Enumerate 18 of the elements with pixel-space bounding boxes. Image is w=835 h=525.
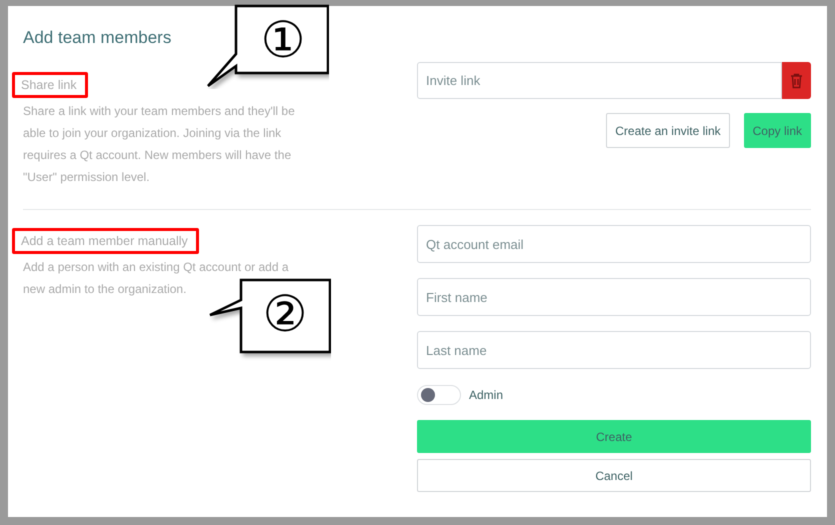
input-field[interactable]: Last name	[417, 331, 811, 369]
toggle-label: Admin	[469, 388, 504, 402]
admin-toggle[interactable]	[417, 385, 461, 405]
secondary-button[interactable]: Cancel	[417, 459, 811, 492]
primary-button[interactable]: Copy link	[744, 113, 811, 148]
dialog-title: Add team members	[23, 28, 172, 48]
secondary-button[interactable]: Create an invite link	[606, 113, 730, 148]
trash-icon	[790, 72, 803, 88]
delete-button[interactable]	[782, 62, 811, 99]
input-field[interactable]: First name	[417, 278, 811, 316]
input-field[interactable]: Qt account email	[417, 225, 811, 263]
section-description: Share a link with your team members and they'll be able to join your organization. Joining via the link requires a Qt account. New members will have the "User" permission level.	[23, 103, 296, 186]
section-heading: Add a team member manually	[12, 228, 199, 254]
invite-link-field[interactable]: Invite link	[417, 62, 782, 99]
callout-number: ①	[260, 15, 306, 65]
section-heading: Share link	[12, 72, 88, 98]
callout-number: ②	[262, 289, 308, 339]
primary-button[interactable]: Create	[417, 420, 811, 453]
